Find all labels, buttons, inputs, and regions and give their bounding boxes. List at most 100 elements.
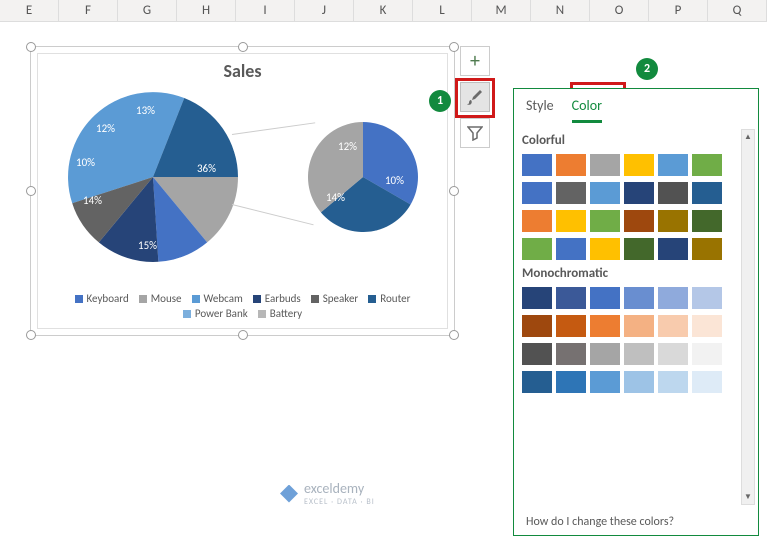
- color-swatch: [522, 154, 552, 176]
- color-swatch: [692, 371, 722, 393]
- legend-label: Mouse: [151, 292, 182, 305]
- main-pie[interactable]: 36% 15% 14% 10% 12% 13%: [68, 92, 238, 262]
- legend-item[interactable]: Webcam: [192, 292, 243, 305]
- resize-handle[interactable]: [449, 42, 459, 52]
- color-swatch: [658, 210, 688, 232]
- tab-color[interactable]: Color: [572, 97, 602, 123]
- slice-label: 12%: [96, 122, 115, 135]
- chart-elements-button[interactable]: +: [460, 46, 490, 76]
- color-swatch: [590, 210, 620, 232]
- logo-icon: [280, 485, 298, 503]
- color-swatch: [556, 154, 586, 176]
- chart-legend[interactable]: Keyboard Mouse Webcam Earbuds Speaker Router P…: [68, 292, 417, 320]
- plus-icon: +: [470, 51, 480, 71]
- color-swatch: [692, 210, 722, 232]
- color-scheme-row[interactable]: [522, 287, 740, 309]
- col[interactable]: L: [413, 0, 472, 21]
- legend-item[interactable]: Earbuds: [253, 292, 301, 305]
- col[interactable]: K: [354, 0, 413, 21]
- callout-badge: 1: [429, 90, 451, 112]
- color-swatch: [624, 182, 654, 204]
- color-swatch: [692, 154, 722, 176]
- color-swatch: [522, 371, 552, 393]
- slice-label: 12%: [338, 140, 357, 153]
- color-scheme-row[interactable]: [522, 238, 740, 260]
- color-swatch: [556, 210, 586, 232]
- callout-box: [455, 78, 495, 118]
- resize-handle[interactable]: [238, 42, 248, 52]
- color-swatch: [658, 154, 688, 176]
- legend-item[interactable]: Keyboard: [75, 292, 129, 305]
- col[interactable]: F: [59, 0, 118, 21]
- col[interactable]: I: [236, 0, 295, 21]
- color-swatch: [590, 154, 620, 176]
- watermark-sub: EXCEL · DATA · BI: [304, 497, 375, 507]
- color-swatch: [522, 287, 552, 309]
- legend-swatch: [368, 295, 376, 303]
- color-swatch: [590, 238, 620, 260]
- col[interactable]: H: [177, 0, 236, 21]
- legend-item[interactable]: Power Bank: [183, 307, 248, 320]
- color-scheme-row[interactable]: [522, 343, 740, 365]
- col[interactable]: J: [295, 0, 354, 21]
- col[interactable]: Q: [708, 0, 767, 21]
- color-swatch: [624, 154, 654, 176]
- legend-swatch: [183, 310, 191, 318]
- color-swatch: [658, 238, 688, 260]
- chart-title[interactable]: Sales: [38, 60, 447, 82]
- legend-swatch: [75, 295, 83, 303]
- chart-styles-panel: Style Color Colorful Monochromatic ▲ ▼ H…: [513, 88, 759, 536]
- slice-label: 13%: [136, 104, 155, 117]
- resize-handle[interactable]: [26, 42, 36, 52]
- scroll-up-icon[interactable]: ▲: [742, 130, 754, 144]
- col[interactable]: G: [118, 0, 177, 21]
- scroll-down-icon[interactable]: ▼: [742, 490, 754, 504]
- color-scheme-row[interactable]: [522, 210, 740, 232]
- color-swatch: [658, 182, 688, 204]
- color-swatch: [556, 343, 586, 365]
- slice-label: 10%: [76, 156, 95, 169]
- color-swatch: [590, 315, 620, 337]
- panel-help-link[interactable]: How do I change these colors?: [526, 515, 746, 529]
- legend-item[interactable]: Mouse: [139, 292, 182, 305]
- sub-pie[interactable]: 12% 14% 10%: [308, 122, 418, 232]
- color-swatch: [692, 287, 722, 309]
- col[interactable]: E: [0, 0, 59, 21]
- color-scheme-row[interactable]: [522, 154, 740, 176]
- watermark-name: exceldemy: [304, 480, 375, 497]
- resize-handle[interactable]: [449, 330, 459, 340]
- legend-item[interactable]: Speaker: [311, 292, 359, 305]
- legend-label: Keyboard: [87, 292, 129, 305]
- col[interactable]: O: [590, 0, 649, 21]
- legend-item[interactable]: Battery: [258, 307, 302, 320]
- resize-handle[interactable]: [449, 186, 459, 196]
- scrollbar[interactable]: ▲ ▼: [741, 129, 755, 505]
- color-scheme-row[interactable]: [522, 371, 740, 393]
- color-swatch: [658, 371, 688, 393]
- resize-handle[interactable]: [26, 330, 36, 340]
- resize-handle[interactable]: [238, 330, 248, 340]
- slice-label: 14%: [83, 194, 102, 207]
- legend-swatch: [311, 295, 319, 303]
- color-swatch: [556, 315, 586, 337]
- chart-filters-button[interactable]: [460, 118, 490, 148]
- slice-label: 15%: [138, 239, 157, 252]
- color-swatch: [624, 343, 654, 365]
- watermark: exceldemy EXCEL · DATA · BI: [280, 480, 375, 507]
- legend-label: Battery: [270, 307, 302, 320]
- color-scheme-row[interactable]: [522, 182, 740, 204]
- legend-item[interactable]: Router: [368, 292, 410, 305]
- color-swatch: [590, 343, 620, 365]
- col[interactable]: M: [472, 0, 531, 21]
- color-swatch: [556, 287, 586, 309]
- resize-handle[interactable]: [26, 186, 36, 196]
- tab-style[interactable]: Style: [526, 97, 554, 123]
- col[interactable]: P: [649, 0, 708, 21]
- chart-object[interactable]: Sales 36% 15% 14% 10% 12% 13%: [30, 46, 455, 336]
- slice-label: 36%: [197, 162, 216, 175]
- funnel-icon: [467, 125, 483, 141]
- col[interactable]: N: [531, 0, 590, 21]
- legend-label: Speaker: [323, 292, 359, 305]
- color-swatch: [692, 182, 722, 204]
- color-scheme-row[interactable]: [522, 315, 740, 337]
